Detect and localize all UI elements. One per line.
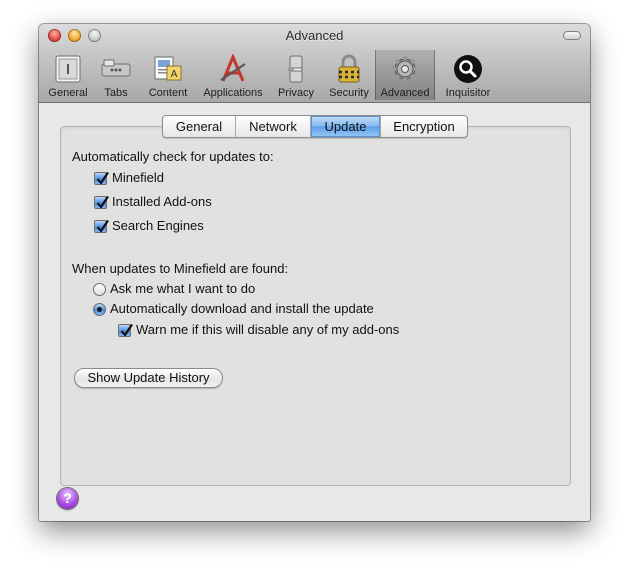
advanced-tabs: General Network Update Encryption (162, 115, 468, 138)
checkmark-icon (120, 323, 133, 337)
update-panel: Automatically check for updates to: Mine… (60, 126, 571, 486)
search-engines-label[interactable]: Search Engines (112, 218, 204, 233)
installed-addons-checkbox[interactable] (94, 195, 109, 209)
search-engines-checkbox[interactable] (94, 219, 109, 233)
checkmark-icon (96, 171, 109, 185)
preferences-toolbar: General Tabs A Content Applications Priv… (43, 50, 501, 100)
ask-me-label[interactable]: Ask me what I want to do (110, 281, 255, 296)
tab-encryption[interactable]: Encryption (380, 116, 467, 137)
auto-install-label[interactable]: Automatically download and install the u… (110, 301, 374, 316)
window-title: Advanced (285, 28, 344, 43)
auto-check-heading: Automatically check for updates to: (72, 149, 274, 164)
toolbar-item-applications[interactable]: Applications (197, 50, 269, 100)
checkmark-icon (96, 195, 109, 209)
content-icon: A (152, 54, 184, 84)
tabs-icon (100, 54, 132, 84)
svg-text:A: A (171, 69, 178, 80)
toolbar-item-content[interactable]: A Content (139, 50, 197, 100)
checkmark-icon (96, 219, 109, 233)
auto-install-radio[interactable] (93, 303, 106, 316)
minefield-label[interactable]: Minefield (112, 170, 164, 185)
security-icon (333, 54, 365, 84)
toolbar-item-tabs[interactable]: Tabs (93, 50, 139, 100)
when-found-heading: When updates to Minefield are found: (72, 261, 289, 276)
inquisitor-icon (452, 54, 484, 84)
tab-network[interactable]: Network (235, 116, 310, 137)
help-button[interactable]: ? (57, 488, 78, 509)
general-icon (52, 54, 84, 84)
toolbar-toggle-button[interactable] (563, 31, 581, 40)
toolbar-item-privacy[interactable]: Privacy (269, 50, 323, 100)
warn-addons-label[interactable]: Warn me if this will disable any of my a… (136, 322, 399, 337)
toolbar-item-inquisitor[interactable]: Inquisitor (435, 50, 501, 100)
installed-addons-label[interactable]: Installed Add-ons (112, 194, 212, 209)
preferences-content: Automatically check for updates to: Mine… (39, 103, 590, 521)
privacy-icon (280, 54, 312, 84)
warn-addons-checkbox[interactable] (118, 323, 133, 337)
show-update-history-button[interactable]: Show Update History (74, 368, 223, 388)
ask-me-radio[interactable] (93, 283, 106, 296)
tab-update[interactable]: Update (310, 116, 380, 137)
tab-general[interactable]: General (163, 116, 235, 137)
applications-icon (217, 53, 249, 84)
title-bar[interactable]: Advanced General Tabs A Content Applicat… (39, 24, 590, 103)
toolbar-item-advanced[interactable]: Advanced (375, 50, 435, 100)
preferences-window: Advanced General Tabs A Content Applicat… (39, 24, 590, 521)
minefield-checkbox[interactable] (94, 171, 109, 185)
toolbar-item-security[interactable]: Security (323, 50, 375, 100)
gear-icon (389, 54, 421, 84)
toolbar-item-general[interactable]: General (43, 50, 93, 100)
